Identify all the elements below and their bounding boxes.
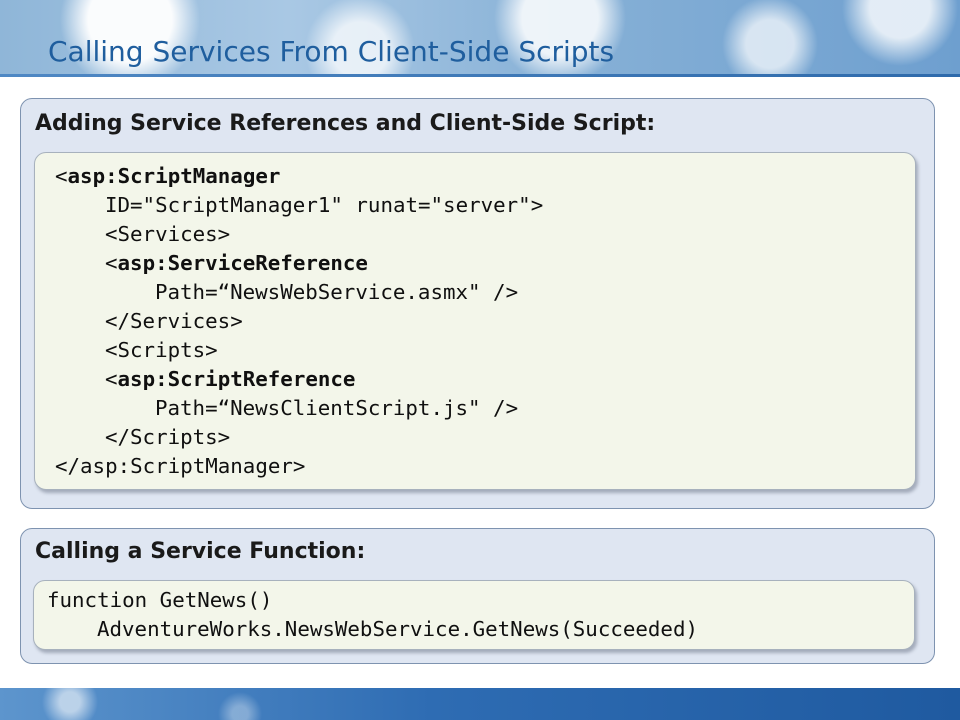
code-line: <Scripts> xyxy=(105,338,218,362)
code-line: AdventureWorks.NewsWebService.GetNews(Su… xyxy=(97,617,698,641)
code-token: < xyxy=(105,367,118,391)
code-line: </asp:ScriptManager> xyxy=(55,454,306,478)
code-token: < xyxy=(55,164,68,188)
code-line: Path=“NewsWebService.asmx" /> xyxy=(155,280,519,304)
footer-background xyxy=(0,688,960,720)
code-token: < xyxy=(105,251,118,275)
code-line: <asp:ScriptManager xyxy=(55,162,915,191)
code-keyword: asp:ScriptManager xyxy=(67,164,281,188)
code-keyword: asp:ServiceReference xyxy=(117,251,368,275)
code-line: <asp:ScriptReference xyxy=(55,365,915,394)
code-line: function GetNews() xyxy=(47,588,273,612)
code-line: ID="ScriptManager1" runat="server"> xyxy=(105,193,544,217)
code-line: </Scripts> xyxy=(105,425,231,449)
code-line: <Services> xyxy=(105,222,231,246)
references-code-block: <asp:ScriptManager ID="ScriptManager1" ru… xyxy=(34,152,916,490)
header-divider xyxy=(0,74,960,77)
code-line: Path=“NewsClientScript.js" /> xyxy=(155,396,519,420)
function-heading: Calling a Service Function: xyxy=(35,539,366,564)
code-line: <asp:ServiceReference xyxy=(55,249,915,278)
code-line: </Services> xyxy=(105,309,243,333)
code-keyword: asp:ScriptReference xyxy=(117,367,356,391)
function-panel: Calling a Service Function: function Get… xyxy=(20,528,935,664)
references-panel: Adding Service References and Client-Sid… xyxy=(20,98,935,509)
function-code-block: function GetNews() AdventureWorks.NewsWeb… xyxy=(33,580,915,650)
references-heading: Adding Service References and Client-Sid… xyxy=(35,111,656,136)
slide-title: Calling Services From Client-Side Script… xyxy=(48,35,615,68)
